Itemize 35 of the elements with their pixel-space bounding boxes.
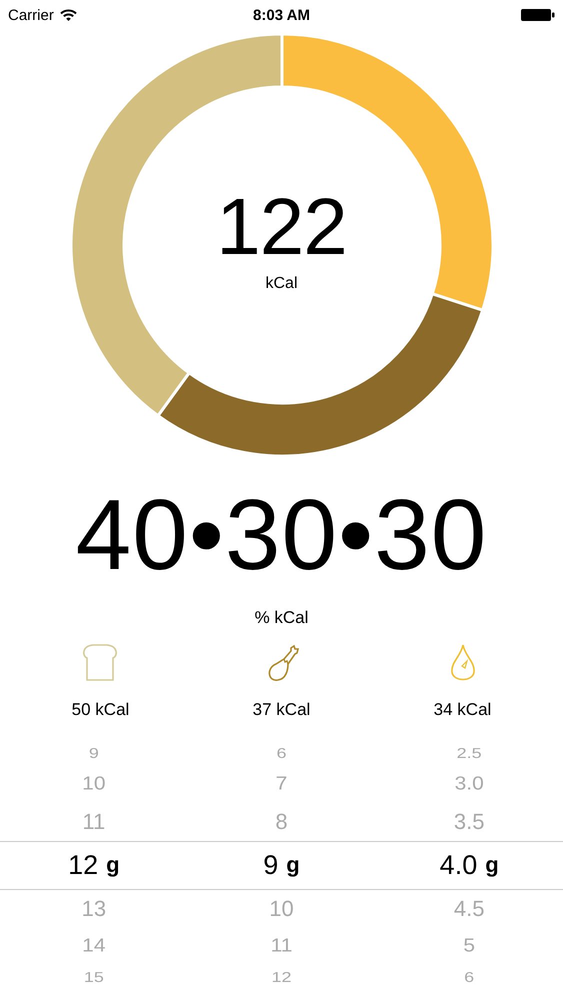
- macro-ratio: 40•30•30: [76, 480, 488, 590]
- picker-value[interactable]: 11: [82, 808, 106, 834]
- picker-value[interactable]: 9: [88, 744, 99, 762]
- calorie-unit: kCal: [265, 275, 298, 293]
- picker-value[interactable]: 12: [68, 850, 98, 880]
- picker-value[interactable]: 13: [82, 896, 106, 922]
- picker-value[interactable]: 6: [464, 968, 474, 986]
- picker-value[interactable]: 14: [82, 935, 106, 957]
- picker-value[interactable]: 15: [84, 968, 104, 986]
- carrier-name: Carrier: [8, 6, 54, 24]
- calorie-amount: 34 kCal: [434, 700, 492, 720]
- status-time: 8:03 AM: [253, 6, 310, 24]
- picker-value[interactable]: 2.5: [456, 744, 482, 762]
- picker-value[interactable]: 9: [263, 850, 278, 880]
- battery-icon: [521, 8, 555, 22]
- picker-value[interactable]: 8: [275, 808, 288, 834]
- calorie-amount: 37 kCal: [252, 700, 310, 720]
- calorie-amount: 50 kCal: [72, 700, 130, 720]
- picker-value[interactable]: 4.0: [440, 850, 478, 880]
- picker-value[interactable]: 3.5: [454, 808, 484, 834]
- picker-value[interactable]: 12: [271, 968, 292, 986]
- picker-value[interactable]: 10: [269, 896, 294, 922]
- ratio-label: % kCal: [254, 608, 308, 628]
- picker-value[interactable]: 3.0: [454, 773, 484, 795]
- picker-value[interactable]: 5: [463, 935, 476, 957]
- picker-value[interactable]: 6: [276, 744, 287, 762]
- picker-value[interactable]: 4.5: [454, 896, 484, 922]
- wifi-icon: [60, 9, 77, 21]
- calorie-total: 122: [216, 187, 347, 267]
- unit-label: g: [286, 852, 300, 878]
- picker-value[interactable]: 11: [270, 935, 292, 957]
- unit-label: g: [106, 852, 120, 878]
- picker-value[interactable]: 10: [82, 773, 106, 795]
- picker-value[interactable]: 7: [276, 773, 288, 795]
- unit-label: g: [485, 852, 499, 878]
